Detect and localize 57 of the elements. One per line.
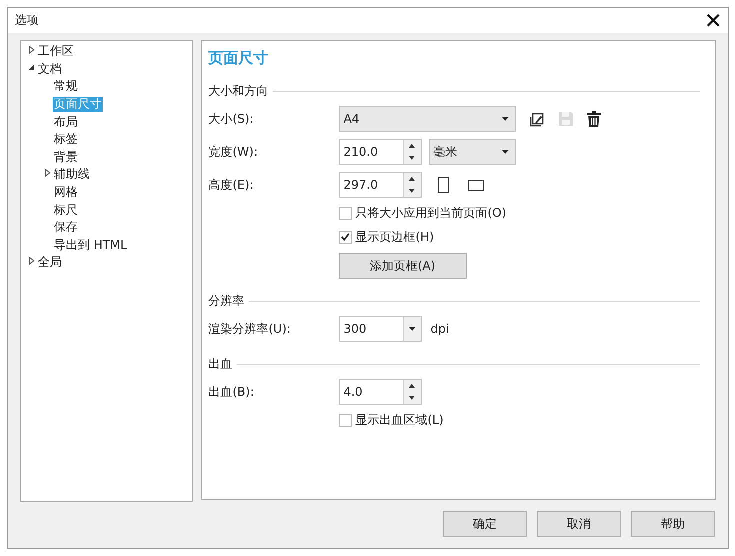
checkbox[interactable]	[338, 206, 352, 220]
tree-item[interactable]: 标尺	[53, 202, 79, 218]
field-label: 大小(S):	[208, 110, 255, 128]
number-field[interactable]: 4.0	[338, 379, 422, 405]
caret-icon[interactable]	[502, 117, 509, 121]
tree-item[interactable]: 背景	[53, 150, 79, 165]
tree-item[interactable]: 导出到 HTML	[53, 238, 128, 253]
section-heading: 大小和方向	[208, 82, 269, 100]
edit-page-icon[interactable]	[530, 111, 546, 127]
unit-dropdown[interactable]: 毫米	[428, 139, 516, 165]
tree-item[interactable]: 布局	[53, 114, 79, 130]
spin-up-icon[interactable]	[408, 384, 416, 388]
checkbox-label[interactable]: 显示页边框(H)	[356, 228, 434, 246]
page-title: 页面尺寸	[208, 48, 269, 69]
number-field[interactable]: 210.0	[338, 139, 422, 165]
size-dropdown[interactable]: A4	[338, 106, 516, 132]
close-icon[interactable]	[707, 14, 720, 27]
checkbox[interactable]	[338, 414, 352, 426]
caret-icon[interactable]	[502, 150, 509, 154]
field-label: 宽度(W):	[208, 144, 260, 160]
spin-up-icon[interactable]	[408, 144, 416, 148]
unit-label: dpi	[430, 322, 450, 336]
field-label: 出血(B):	[208, 384, 256, 400]
expand-arrow-icon[interactable]	[28, 46, 35, 54]
tree-item[interactable]: 标签	[53, 132, 79, 148]
tree-item[interactable]: 网格	[53, 185, 79, 200]
tree-item[interactable]: 全局	[37, 255, 63, 270]
tree-item[interactable]: 常规	[53, 79, 79, 94]
tree-item[interactable]: 工作区	[37, 44, 75, 60]
tree-item[interactable]: 辅助线	[53, 167, 91, 182]
checkmark-icon	[340, 233, 350, 241]
expand-arrow-icon[interactable]	[44, 169, 51, 178]
add-frame-button[interactable]: 添加页框(A)	[338, 253, 467, 279]
window-title: 选项	[15, 12, 39, 29]
spin-up-icon[interactable]	[408, 177, 416, 181]
help-button[interactable]: 帮助	[631, 511, 715, 537]
checkbox-label[interactable]: 显示出血区域(L)	[356, 412, 444, 428]
field-label: 高度(E):	[208, 176, 255, 194]
ok-button[interactable]: 确定	[443, 511, 527, 537]
tree-item[interactable]: 保存	[53, 220, 79, 236]
section-heading: 分辨率	[208, 292, 245, 310]
trash-icon[interactable]	[586, 111, 602, 127]
number-field[interactable]: 297.0	[338, 172, 422, 198]
tree-item[interactable]: 文档	[37, 62, 63, 77]
field-label: 渲染分辨率(U):	[208, 320, 292, 338]
checkbox-label[interactable]: 只将大小应用到当前页面(O)	[356, 204, 507, 222]
collapse-arrow-icon[interactable]	[28, 64, 35, 72]
caret-icon[interactable]	[408, 327, 416, 331]
cancel-button[interactable]: 取消	[537, 511, 621, 537]
checkbox[interactable]	[338, 230, 352, 244]
spin-down-icon[interactable]	[408, 396, 416, 400]
section-heading: 出血	[208, 356, 233, 372]
resolution-combo[interactable]: 300	[338, 316, 422, 342]
landscape-page-icon[interactable]	[468, 177, 484, 193]
expand-arrow-icon[interactable]	[28, 257, 35, 266]
spin-down-icon[interactable]	[408, 156, 416, 160]
spin-down-icon[interactable]	[408, 189, 416, 193]
